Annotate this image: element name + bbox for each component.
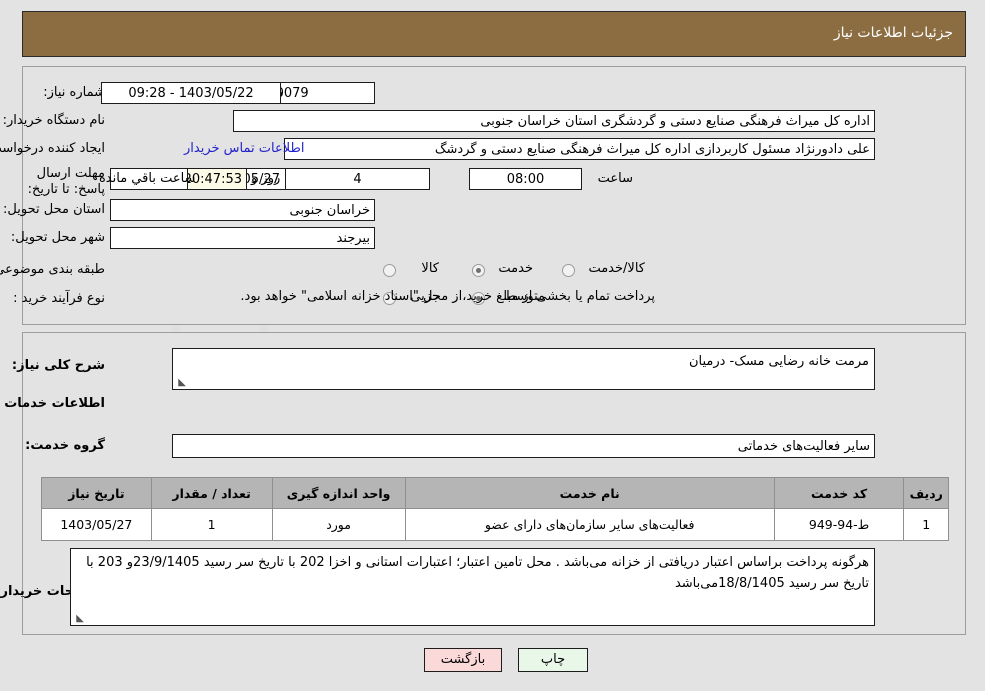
table-header-row: ردیف کد خدمت نام خدمت واحد اندازه گیری ت… — [41, 477, 949, 509]
page-header-bar: جزئیات اطلاعات نیاز — [22, 11, 966, 57]
col-row-no: ردیف — [903, 477, 949, 509]
col-quantity: تعداد / مقدار — [150, 477, 273, 509]
radio-category-khadamat[interactable] — [472, 264, 485, 277]
description-label: شرح کلی نیاز: — [11, 358, 105, 373]
radio-category-kala[interactable] — [383, 264, 396, 277]
remaining-suffix-label: ساعت باقي مانده — [99, 171, 196, 186]
buyer-org-label: نام دستگاه خریدار: — [2, 113, 105, 128]
col-service-code: کد خدمت — [773, 477, 905, 509]
resize-grip-icon[interactable]: ◣ — [176, 378, 186, 388]
cell-unit: مورد — [271, 508, 406, 541]
service-group-value: سایر فعالیت‌های خدماتی — [172, 434, 875, 458]
buyer-notes-textarea[interactable]: هرگونه پرداخت براساس اعتبار دریافتی از خ… — [70, 548, 875, 626]
days-remaining-value: 4 — [285, 168, 430, 190]
cell-need-date: 1403/05/27 — [41, 508, 152, 541]
col-unit: واحد اندازه گیری — [271, 477, 406, 509]
radio-category-kala-khadamat[interactable] — [562, 264, 575, 277]
service-group-label: گروه خدمت: — [25, 438, 105, 453]
services-section-title: اطلاعات خدمات مورد نیاز — [0, 396, 105, 411]
cell-quantity: 1 — [150, 508, 273, 541]
buyer-notes-value: هرگونه پرداخت براساس اعتبار دریافتی از خ… — [86, 555, 869, 591]
announce-datetime-value: 1403/05/22 - 09:28 — [101, 82, 281, 104]
services-table: ردیف کد خدمت نام خدمت واحد اندازه گیری ت… — [41, 477, 949, 541]
buyer-org-value: اداره کل میراث فرهنگی صنایع دستی و گردشگ… — [233, 110, 875, 132]
cell-service-code: ط-94-949 — [773, 508, 905, 541]
deadline-label: مهلت ارسال پاسخ: تا تاریخ: — [27, 166, 105, 197]
description-textarea[interactable]: مرمت خانه رضایی مسک- درمیان ◣ — [172, 348, 875, 390]
days-word-label: روز و — [251, 171, 281, 186]
back-button[interactable]: بازگشت — [424, 648, 502, 672]
page-root: AriaTender.ir جزئیات اطلاعات نیاز شماره … — [0, 0, 985, 691]
requester-label: ایجاد کننده درخواست: — [0, 141, 105, 156]
col-service-name: نام خدمت — [404, 477, 775, 509]
countdown-timer: 20:47:53 — [187, 168, 247, 190]
requester-value: علی دادورنژاد مسئول کاربردازی اداره کل م… — [284, 138, 875, 160]
resize-grip-icon-notes[interactable]: ◣ — [74, 614, 84, 624]
province-label: استان محل تحویل: — [3, 202, 105, 217]
deadline-hour-label: ساعت — [597, 171, 633, 186]
description-value: مرمت خانه رضایی مسک- درمیان — [688, 354, 869, 369]
category-label: طبقه بندی موضوعی: — [0, 262, 105, 277]
city-label: شهر محل تحویل: — [10, 230, 105, 245]
city-value: بیرجند — [110, 227, 375, 249]
treasury-note: پرداخت تمام یا بخشی از مبلغ خرید،از محل … — [240, 289, 655, 304]
radio-label-khadamat: خدمت — [498, 261, 533, 276]
radio-label-kala: کالا — [421, 261, 439, 276]
cell-service-name: فعالیت‌های سایر سازمان‌های دارای عضو — [404, 508, 775, 541]
process-label: نوع فرآیند خرید : — [13, 291, 105, 306]
table-row: 1 ط-94-949 فعالیت‌های سایر سازمان‌های دا… — [41, 508, 949, 541]
col-need-date: تاریخ نیاز — [41, 477, 152, 509]
page-title: جزئیات اطلاعات نیاز — [833, 25, 953, 41]
cell-row-no: 1 — [903, 508, 949, 541]
radio-label-kala-khadamat: کالا/خدمت — [588, 261, 645, 276]
deadline-time-value: 08:00 — [469, 168, 582, 190]
need-summary-panel — [22, 66, 966, 325]
print-button[interactable]: چاپ — [518, 648, 588, 672]
province-value: خراسان جنوبی — [110, 199, 375, 221]
buyer-contact-link[interactable]: اطلاعات تماس خریدار — [184, 141, 304, 156]
need-number-label: شماره نیاز: — [43, 85, 105, 100]
